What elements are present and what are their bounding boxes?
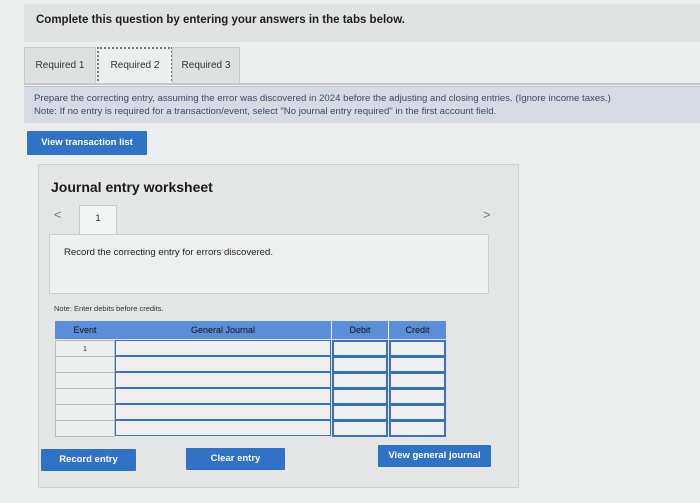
next-chevron-icon[interactable]: > [483, 207, 491, 222]
credit-input[interactable] [389, 340, 446, 357]
header-text: Complete this question by entering your … [36, 14, 405, 26]
clear-entry-button[interactable]: Clear entry [186, 448, 285, 470]
table-row [55, 356, 446, 373]
instruction-text: Prepare the correcting entry, assuming t… [34, 93, 611, 104]
debit-input[interactable] [332, 340, 388, 357]
account-select[interactable] [115, 340, 331, 356]
table-row: 1 [55, 340, 446, 357]
question-header: Complete this question by entering your … [24, 4, 700, 42]
event-cell [55, 404, 115, 421]
table-row [55, 420, 446, 437]
tab-bar: Required 1 Required 2 Required 3 [24, 47, 700, 85]
header-credit: Credit [389, 321, 446, 339]
tab-required-1[interactable]: Required 1 [24, 47, 96, 84]
tab-required-3[interactable]: Required 3 [172, 47, 240, 84]
header-event: Event [55, 321, 116, 339]
entry-description-box: Record the correcting entry for errors d… [49, 234, 489, 294]
worksheet-page-tab[interactable]: 1 [79, 205, 117, 234]
account-select[interactable] [115, 404, 331, 420]
view-transaction-list-button[interactable]: View transaction list [27, 131, 147, 155]
tab-divider [24, 83, 700, 85]
header-debit: Debit [332, 321, 389, 339]
account-select[interactable] [115, 420, 331, 436]
entry-description: Record the correcting entry for errors d… [64, 247, 274, 258]
account-select[interactable] [115, 372, 331, 388]
account-select[interactable] [115, 388, 331, 404]
debit-input[interactable] [332, 388, 388, 405]
credit-input[interactable] [389, 404, 446, 421]
event-cell [55, 372, 115, 389]
credit-input[interactable] [389, 356, 446, 373]
event-cell [55, 388, 115, 405]
credit-input[interactable] [389, 420, 446, 437]
table-row [55, 372, 446, 389]
debit-input[interactable] [332, 372, 388, 389]
instruction-note: Note: If no entry is required for a tran… [34, 106, 497, 117]
previous-chevron-icon[interactable]: < [54, 207, 62, 222]
header-general-journal: General Journal [115, 321, 332, 339]
journal-table: Event General Journal Debit Credit 1 [55, 321, 446, 437]
worksheet-title: Journal entry worksheet [51, 179, 213, 195]
event-cell [55, 420, 115, 437]
table-row [55, 404, 446, 421]
account-select[interactable] [115, 356, 331, 372]
event-cell [55, 356, 115, 373]
instructions-panel: Prepare the correcting entry, assuming t… [24, 86, 700, 123]
tab-required-2[interactable]: Required 2 [97, 47, 173, 85]
record-entry-button[interactable]: Record entry [41, 449, 136, 471]
credit-input[interactable] [389, 388, 446, 405]
table-row [55, 388, 446, 405]
view-general-journal-button[interactable]: View general journal [378, 445, 491, 467]
event-cell: 1 [55, 340, 115, 357]
journal-entry-worksheet: Journal entry worksheet < 1 > Record the… [38, 164, 519, 488]
credit-input[interactable] [389, 372, 446, 389]
debit-input[interactable] [332, 420, 388, 437]
debits-note: Note: Enter debits before credits. [54, 304, 164, 313]
debit-input[interactable] [332, 404, 388, 421]
debit-input[interactable] [332, 356, 388, 373]
